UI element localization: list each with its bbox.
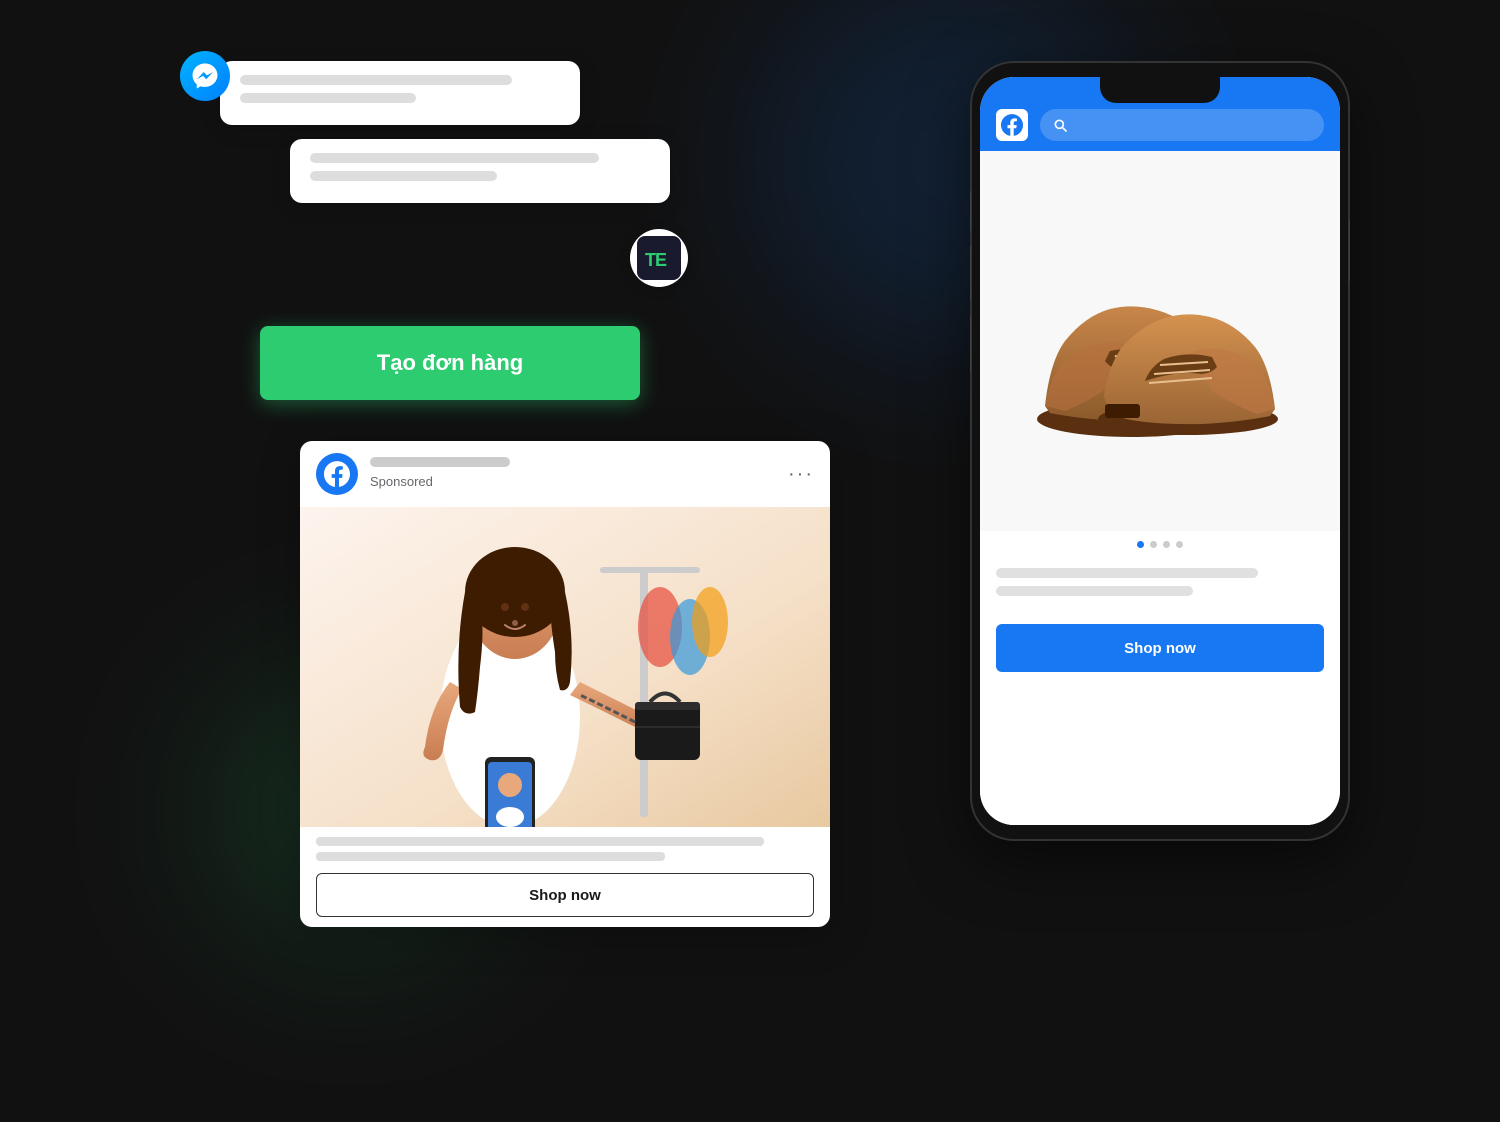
woman-illustration <box>300 507 830 827</box>
chat-line <box>310 153 599 163</box>
chat-line <box>240 93 416 103</box>
create-order-button[interactable]: Tạo đơn hàng <box>260 326 640 400</box>
phone-mockup: Shop now <box>970 61 1350 841</box>
fb-ad-meta: Sponsored <box>370 457 776 491</box>
fb-ad-options[interactable]: ··· <box>788 463 814 486</box>
woman-svg <box>300 507 830 827</box>
fb-page-avatar <box>316 453 358 495</box>
fb-app-logo-svg <box>1001 114 1023 136</box>
product-info-line-2 <box>996 586 1193 596</box>
carousel-dot-1 <box>1137 541 1144 548</box>
create-order-label: Tạo đơn hàng <box>377 350 523 376</box>
fb-sponsored-label: Sponsored <box>370 474 433 489</box>
search-icon <box>1052 117 1068 133</box>
fb-ad-line-1 <box>316 837 764 846</box>
shoes-svg <box>1010 241 1310 441</box>
carousel-dot-2 <box>1150 541 1157 548</box>
fb-logo-svg <box>324 461 350 487</box>
phone-mute-button <box>970 191 971 231</box>
svg-text:TE: TE <box>645 250 667 270</box>
messenger-icon <box>180 51 230 101</box>
chat-bubble-1 <box>220 61 580 125</box>
phone-shop-now-button[interactable]: Shop now <box>996 624 1324 672</box>
messenger-logo-svg <box>191 62 219 90</box>
product-info-line-1 <box>996 568 1258 578</box>
fb-shop-now-label: Shop now <box>529 887 601 904</box>
phone-shop-now-label: Shop now <box>1124 640 1196 657</box>
chat-line <box>310 171 497 181</box>
phone-power-button <box>1349 221 1350 281</box>
carousel-dot-4 <box>1176 541 1183 548</box>
chat-area: TE <box>190 61 670 217</box>
chat-bubble-2 <box>290 139 670 203</box>
fb-search-bar[interactable] <box>1040 109 1324 141</box>
fb-ad-image <box>300 507 830 827</box>
fb-ad-text-lines <box>316 837 814 861</box>
phone-notch <box>1100 77 1220 103</box>
product-image-area <box>980 151 1340 531</box>
fb-page-name-bar <box>370 457 510 467</box>
carousel-dot-3 <box>1163 541 1170 548</box>
fb-ad-header: Sponsored ··· <box>300 441 830 507</box>
partner-logo: TE <box>637 236 681 280</box>
phone-content: Shop now <box>980 151 1340 825</box>
fb-shop-now-button[interactable]: Shop now <box>316 873 814 917</box>
partner-badge: TE <box>630 229 688 287</box>
scene: TE Tạo đơn hàng Sponsored · <box>150 61 1350 1061</box>
phone-screen: Shop now <box>980 77 1340 825</box>
phone-vol-down-button <box>970 316 971 371</box>
fb-ad-line-2 <box>316 852 665 861</box>
chat-line <box>240 75 512 85</box>
fb-app-logo <box>996 109 1028 141</box>
product-info <box>980 556 1340 616</box>
fb-ad-footer: Shop now <box>300 827 830 927</box>
phone-vol-up-button <box>970 246 971 301</box>
carousel-dots <box>980 531 1340 556</box>
fb-ad-card: Sponsored ··· <box>300 441 830 927</box>
